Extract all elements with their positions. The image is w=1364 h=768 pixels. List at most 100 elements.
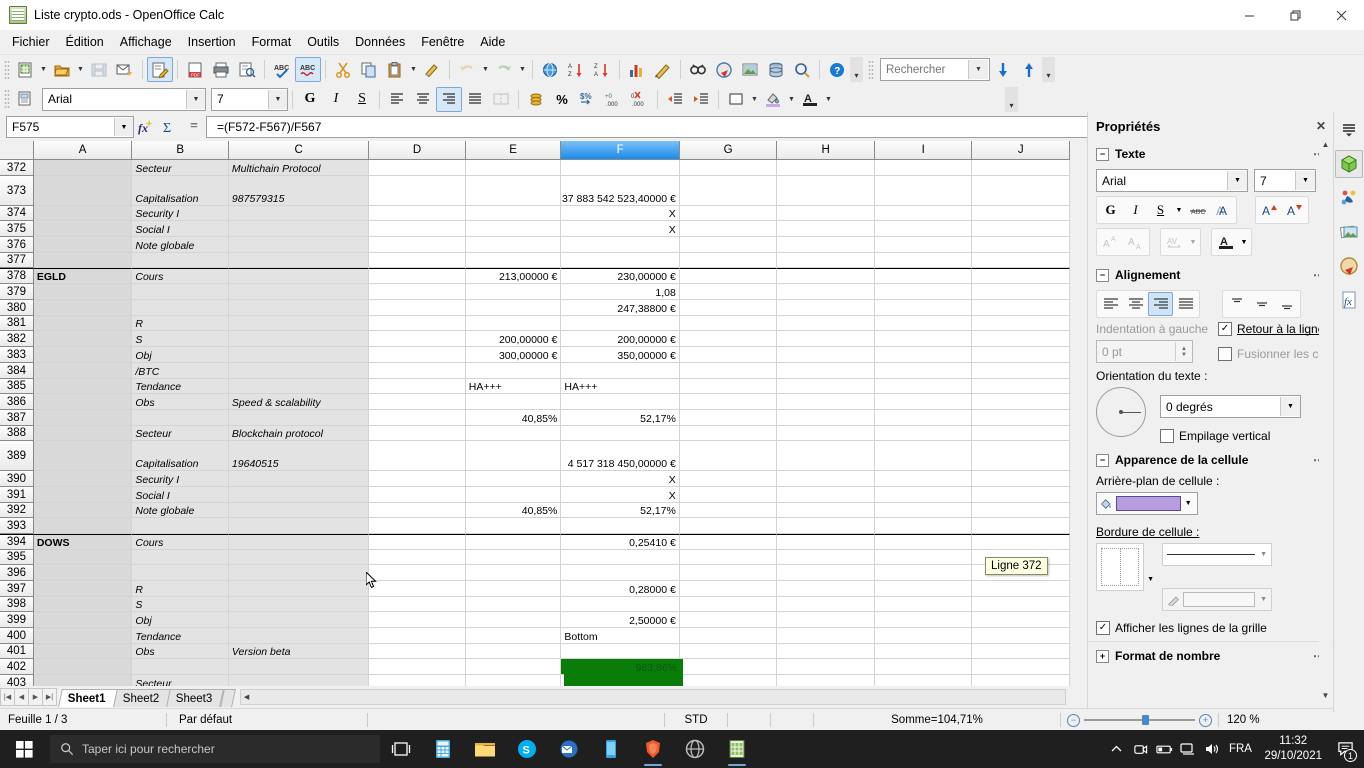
cell-E378[interactable]: 213,00000 € [465,268,562,284]
number-format-header[interactable]: + Format de nombre ⋯ [1096,645,1326,667]
cell-I393[interactable] [874,518,973,534]
cell-J378[interactable] [972,268,1070,284]
cell-I381[interactable] [874,316,973,331]
cell-G375[interactable] [679,221,778,237]
insert-chart-icon[interactable] [624,57,650,82]
cell-A373[interactable] [33,176,133,206]
cell-H379[interactable] [777,284,875,300]
row-header-382[interactable]: 382 [0,331,34,347]
cell-reference-box[interactable]: F575 ▼ [6,116,134,138]
cell-G400[interactable] [679,628,778,644]
column-header-g[interactable]: G [679,141,778,159]
cell-E391[interactable] [465,487,562,503]
sidebar-align-left-icon[interactable] [1098,292,1123,316]
underline-dropdown-icon[interactable]: ▼ [1173,198,1185,222]
sum-icon[interactable]: Σ [158,116,182,138]
cell-G387[interactable] [679,410,778,426]
cell-C376[interactable] [228,237,370,253]
menu-donnees[interactable]: Données [347,32,413,52]
cell-E383[interactable]: 300,00000 € [465,347,562,363]
task-view-icon[interactable] [380,730,422,768]
row-header-399[interactable]: 399 [0,612,34,628]
format-number-icon[interactable]: $% [575,87,601,112]
cell-E399[interactable] [465,612,562,628]
tray-camera-icon[interactable] [1128,730,1152,768]
sort-ascending-icon[interactable]: A Z [563,57,589,82]
cell-J401[interactable] [972,644,1070,659]
cell-F401[interactable] [561,644,680,659]
cell-G385[interactable] [679,379,778,394]
open-document-dropdown-icon[interactable]: ▼ [75,58,86,81]
show-gridlines-row[interactable]: ✓ Afficher les lignes de la grille [1096,621,1326,635]
merge-cells-checkbox[interactable] [1218,347,1232,361]
zoom-in-icon[interactable]: + [1199,713,1212,727]
cell-E401[interactable] [465,644,562,659]
cell-D392[interactable] [369,503,466,518]
cell-C378[interactable] [228,268,370,284]
cell-H385[interactable] [777,379,875,394]
data-sources-icon[interactable] [763,57,789,82]
orientation-combo[interactable]: 0 degrés ▼ [1160,395,1301,418]
cell-A396[interactable] [33,565,133,581]
cell-J397[interactable] [972,581,1070,597]
cell-J387[interactable] [972,410,1070,426]
cell-B382[interactable]: S [132,331,229,347]
cell-G394[interactable] [679,534,778,550]
cell-B383[interactable]: Obj [132,347,229,363]
background-color-icon[interactable] [760,87,786,112]
cell-F390[interactable]: X [561,471,680,487]
cell-B393[interactable] [132,518,229,534]
cell-E377[interactable] [465,253,562,268]
merge-cells-icon[interactable] [488,87,514,112]
cell-F377[interactable] [561,253,680,268]
cell-C372[interactable]: Multichain Protocol [228,160,370,176]
row-header-402[interactable]: 402 [0,659,34,675]
cell-E381[interactable] [465,316,562,331]
cell-A377[interactable] [33,253,133,268]
decrease-font-size-icon[interactable]: A [1282,198,1307,222]
cell-E373[interactable] [465,176,562,206]
cell-I383[interactable] [874,347,973,363]
cell-A382[interactable] [33,331,133,347]
cell-F381[interactable] [561,316,680,331]
font-size-combo[interactable]: 7 ▼ [211,87,288,111]
cell-I386[interactable] [874,394,973,410]
print-preview-icon[interactable] [234,57,260,82]
cell-D381[interactable] [369,316,466,331]
cell-H377[interactable] [777,253,875,268]
cell-C386[interactable]: Speed & scalability [228,394,370,410]
menu-insertion[interactable]: Insertion [180,32,244,52]
cell-I387[interactable] [874,410,973,426]
align-middle-icon[interactable] [1249,292,1274,316]
cell-H388[interactable] [777,426,875,441]
cell-E398[interactable] [465,597,562,612]
cell-G397[interactable] [679,581,778,597]
character-spacing-icon[interactable]: AV [1162,230,1187,254]
styles-icon[interactable] [12,87,38,112]
cell-J383[interactable] [972,347,1070,363]
zoom-level[interactable]: 120 % [1219,712,1268,728]
superscript-icon[interactable]: AA [1098,230,1123,254]
save-icon[interactable] [86,57,112,82]
cell-appearance-header[interactable]: − Apparence de la cellule ⋯ [1096,449,1326,471]
cell-E400[interactable] [465,628,562,644]
taskbar-skype-icon[interactable]: S [506,730,548,768]
cell-B399[interactable]: Obj [132,612,229,628]
cell-I395[interactable] [874,550,973,565]
cell-G398[interactable] [679,597,778,612]
cell-A378[interactable]: EGLD [33,268,133,284]
cell-D386[interactable] [369,394,466,410]
cell-G399[interactable] [679,612,778,628]
sidebar-tab-functions-icon[interactable]: fx [1335,286,1363,314]
find-next-icon[interactable] [990,57,1016,82]
cell-E379[interactable] [465,284,562,300]
cell-A393[interactable] [33,518,133,534]
strikethrough-icon[interactable]: ABC [1185,198,1210,222]
taskbar-openoffice-calc-icon[interactable] [716,730,758,768]
cell-E388[interactable] [465,426,562,441]
cell-B385[interactable]: Tendance [132,379,229,394]
cell-H372[interactable] [777,160,875,176]
cell-B394[interactable]: Cours [132,534,229,550]
cell-D380[interactable] [369,300,466,316]
cell-J385[interactable] [972,379,1070,394]
